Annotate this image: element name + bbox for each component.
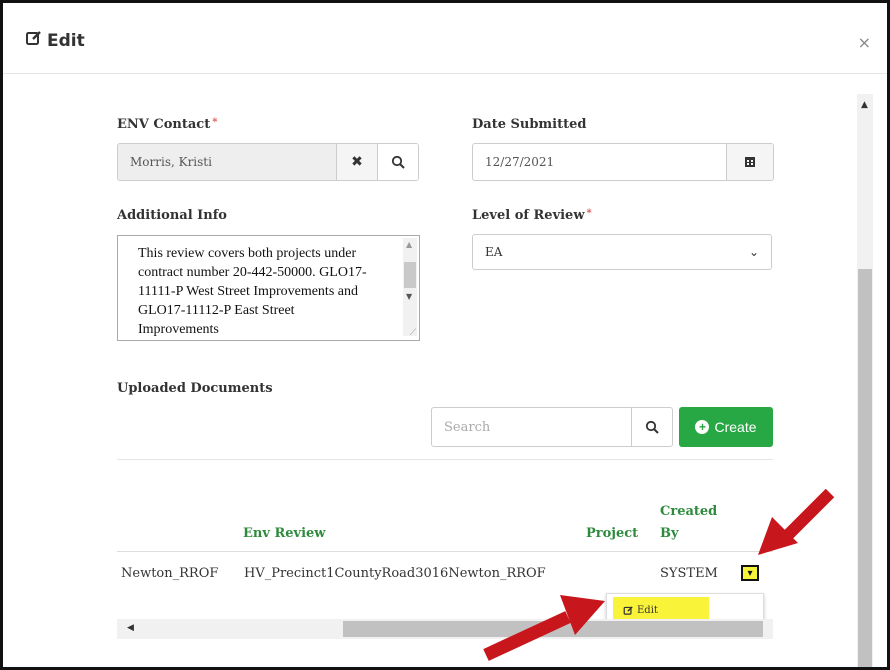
column-header-env-review[interactable]: Env Review <box>243 526 325 541</box>
close-button[interactable]: × <box>858 33 871 52</box>
search-icon[interactable] <box>377 144 418 180</box>
edit-icon <box>623 605 633 615</box>
plus-circle-icon: + <box>695 420 710 434</box>
scroll-left-icon[interactable]: ◀ <box>127 623 134 633</box>
create-label: Create <box>714 419 757 435</box>
table-horizontal-scrollbar[interactable]: ◀ <box>117 619 773 639</box>
column-header-by[interactable]: By <box>660 526 679 541</box>
clear-icon[interactable]: ✖ <box>336 144 377 180</box>
calendar-icon[interactable] <box>726 144 773 180</box>
env-contact-field: Morris, Kristi ✖ <box>117 143 419 181</box>
textarea-scrollbar[interactable]: ▲ ▼ <box>403 238 417 336</box>
env-contact-input[interactable]: Morris, Kristi <box>118 144 336 180</box>
annotation-arrow-icon <box>483 595 605 661</box>
created-by-cell: SYSTEM <box>660 566 718 581</box>
required-mark: * <box>586 208 592 219</box>
modal-scrollbar[interactable]: ▲ <box>857 94 873 667</box>
level-of-review-label: Level of Review * <box>472 208 592 223</box>
create-button[interactable]: + Create <box>679 407 773 447</box>
divider <box>117 459 773 460</box>
document-name-cell: Newton_RROF <box>121 566 219 581</box>
level-of-review-select[interactable]: EA ⌄ <box>472 234 772 270</box>
documents-search-input[interactable]: Search <box>432 408 631 446</box>
date-submitted-input[interactable]: 12/27/2021 <box>473 144 726 180</box>
chevron-down-icon: ⌄ <box>748 245 759 259</box>
scroll-up-icon[interactable]: ▲ <box>406 240 412 249</box>
additional-info-label: Additional Info <box>117 208 227 223</box>
additional-info-textarea[interactable]: This review covers both projects under c… <box>117 235 420 341</box>
scrollbar-thumb[interactable] <box>858 269 872 667</box>
modal-title-text: Edit <box>47 30 85 51</box>
modal-body: ▲ ENV Contact * Morris, Kristi ✖ Date Sub… <box>3 74 887 667</box>
env-contact-label-text: ENV Contact <box>117 117 211 132</box>
date-submitted-label: Date Submitted <box>472 117 587 132</box>
scroll-up-icon[interactable]: ▲ <box>861 100 868 110</box>
column-header-project[interactable]: Project <box>586 526 638 541</box>
level-of-review-label-text: Level of Review <box>472 208 585 223</box>
textarea-scroll-thumb[interactable] <box>404 262 416 288</box>
row-actions-chevron-icon[interactable]: ▾ <box>741 565 759 581</box>
menu-item-edit-label: Edit <box>637 604 658 616</box>
documents-search: Search <box>431 407 673 447</box>
date-submitted-field: 12/27/2021 <box>472 143 774 181</box>
modal-title: Edit <box>25 29 85 52</box>
annotation-arrow-icon <box>758 488 835 555</box>
scroll-down-icon[interactable]: ▼ <box>406 292 412 301</box>
uploaded-documents-label: Uploaded Documents <box>117 381 273 396</box>
edit-icon <box>25 29 43 52</box>
column-header-created[interactable]: Created <box>660 504 717 519</box>
search-icon[interactable] <box>631 408 672 446</box>
env-contact-label: ENV Contact * <box>117 117 217 132</box>
modal-header: Edit × <box>3 3 887 74</box>
additional-info-text: This review covers both projects under c… <box>138 246 367 337</box>
env-review-cell: HV_Precinct1CountyRoad3016Newton_RROF <box>244 566 546 581</box>
table-row[interactable]: Newton_RROF HV_Precinct1CountyRoad3016Ne… <box>117 551 773 594</box>
resize-grip-icon[interactable]: ⟋ <box>410 328 416 338</box>
edit-modal: Edit × ▲ ENV Contact * Morris, Kristi ✖ D… <box>0 0 890 670</box>
level-of-review-value: EA <box>485 245 503 259</box>
required-mark: * <box>212 117 218 128</box>
